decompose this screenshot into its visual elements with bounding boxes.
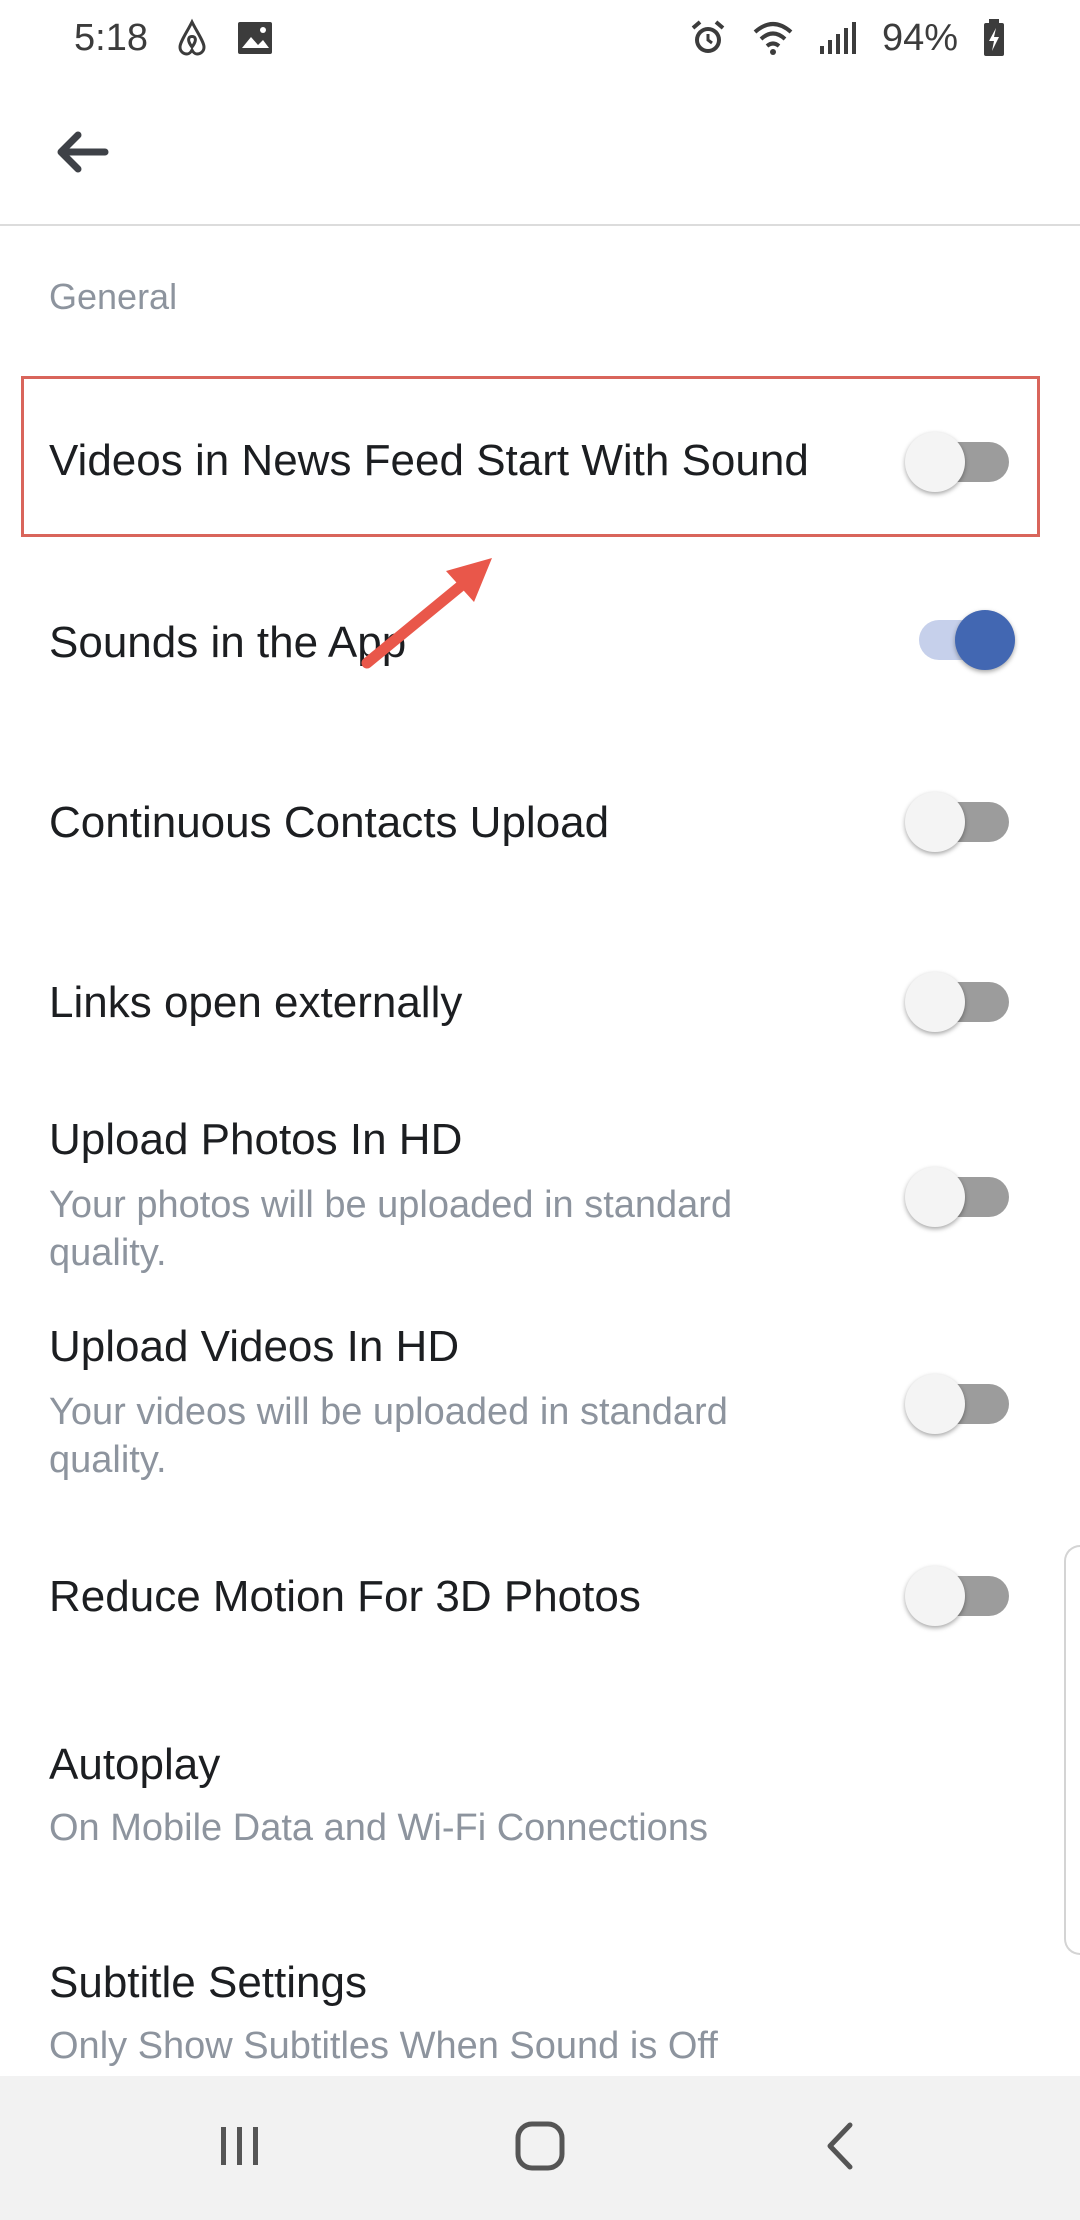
toggle-thumb	[905, 1566, 965, 1626]
setting-title: Continuous Contacts Upload	[49, 798, 610, 847]
status-time: 5:18	[74, 16, 148, 59]
setting-title: Subtitle Settings	[49, 1958, 367, 2007]
setting-title: Upload Photos In HD	[49, 1115, 463, 1164]
back-icon	[820, 2121, 860, 2176]
app-bar	[0, 80, 1080, 226]
airbnb-icon	[172, 18, 212, 58]
setting-sounds-in-app[interactable]: Sounds in the App	[0, 560, 1080, 730]
section-header-general: General	[49, 276, 178, 317]
setting-title: Sounds in the App	[49, 618, 407, 667]
toggle-thumb	[905, 1167, 965, 1227]
setting-title: Autoplay	[49, 1740, 221, 1789]
battery-charging-icon	[982, 18, 1006, 58]
setting-autoplay[interactable]: Autoplay On Mobile Data and Wi-Fi Connec…	[0, 1712, 1080, 1862]
wifi-icon	[752, 20, 794, 56]
reduce-motion-toggle[interactable]	[905, 1566, 1015, 1626]
setting-links-open-externally[interactable]: Links open externally	[0, 920, 1080, 1090]
navigation-bar	[0, 2076, 1080, 2220]
sounds-in-app-toggle[interactable]	[905, 610, 1015, 670]
recent-apps-icon	[215, 2123, 265, 2174]
gallery-icon	[236, 20, 274, 56]
battery-percent: 94%	[881, 16, 958, 59]
setting-subtitle: On Mobile Data and Wi-Fi Connections	[49, 1807, 708, 1849]
setting-subtitle: Your photos will be uploaded in standard…	[49, 1184, 733, 1274]
home-icon	[514, 2120, 566, 2177]
back-button[interactable]	[40, 118, 124, 190]
photos-hd-toggle[interactable]	[905, 1167, 1015, 1227]
setting-upload-photos-hd[interactable]: Upload Photos In HD Your photos will be …	[0, 1105, 1080, 1305]
back-arrow-icon	[54, 130, 110, 179]
setting-continuous-contacts-upload[interactable]: Continuous Contacts Upload	[0, 740, 1080, 910]
recent-apps-button[interactable]	[190, 2108, 290, 2188]
setting-subtitle: Only Show Subtitles When Sound is Off	[49, 2025, 718, 2067]
setting-upload-videos-hd[interactable]: Upload Videos In HD Your videos will be …	[0, 1312, 1080, 1512]
setting-subtitle: Your videos will be uploaded in standard…	[49, 1391, 728, 1481]
toggle-thumb	[905, 972, 965, 1032]
videos-hd-toggle[interactable]	[905, 1374, 1015, 1434]
setting-title: Links open externally	[49, 978, 463, 1027]
toggle-thumb	[905, 1374, 965, 1434]
highlight-box	[21, 376, 1040, 537]
setting-reduce-motion-3d[interactable]: Reduce Motion For 3D Photos	[0, 1530, 1080, 1670]
scrollbar[interactable]	[1064, 1545, 1080, 1955]
toggle-thumb	[955, 610, 1015, 670]
status-bar: 5:18 94%	[0, 0, 1080, 76]
system-back-button[interactable]	[790, 2108, 890, 2188]
alarm-icon	[688, 18, 728, 58]
links-external-toggle[interactable]	[905, 972, 1015, 1032]
signal-icon	[818, 20, 858, 56]
contacts-upload-toggle[interactable]	[905, 792, 1015, 852]
setting-subtitle-settings[interactable]: Subtitle Settings Only Show Subtitles Wh…	[0, 1930, 1080, 2076]
setting-title: Upload Videos In HD	[49, 1322, 460, 1371]
home-button[interactable]	[490, 2108, 590, 2188]
setting-title: Reduce Motion For 3D Photos	[49, 1572, 641, 1621]
toggle-thumb	[905, 792, 965, 852]
